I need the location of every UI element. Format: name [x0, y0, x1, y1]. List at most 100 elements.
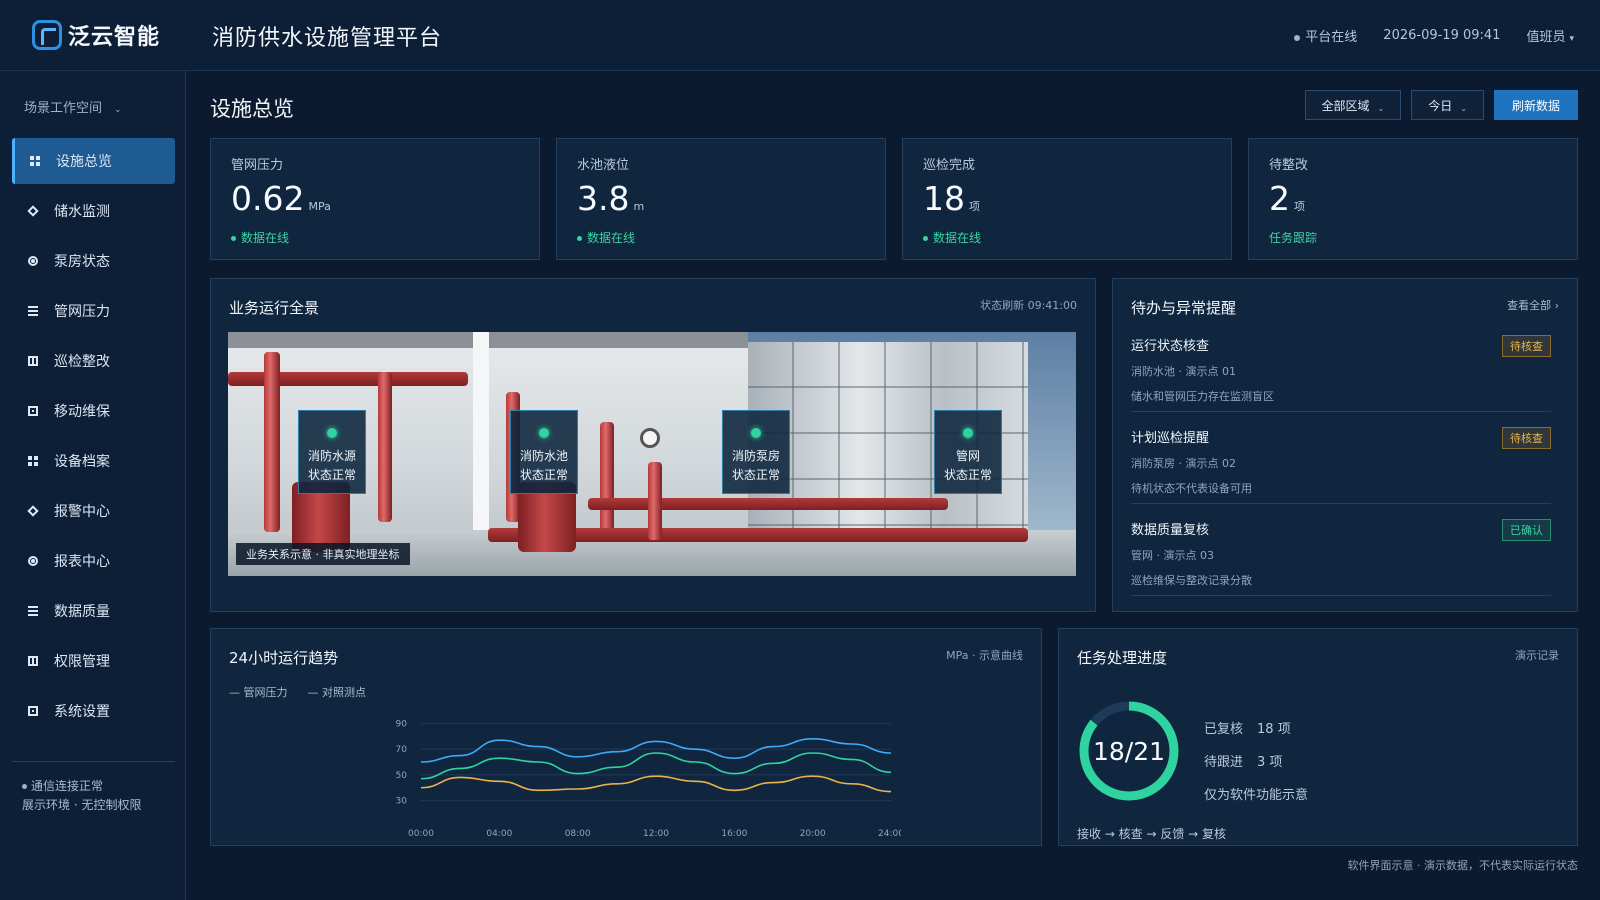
hotspot-label: 管网	[955, 449, 980, 463]
trend-panel: 24小时运行趋势 MPa · 示意曲线 — 管网压力 — 对照测点 90 70 50…	[210, 628, 1042, 846]
list-icon	[28, 606, 38, 616]
x-tick-label: 00:00	[408, 829, 434, 839]
circle-icon	[28, 556, 38, 566]
sidebar-item-report-center[interactable]: 报表中心	[12, 538, 175, 584]
kpi-unit: 项	[969, 200, 980, 213]
connection-status: 通信连接正常 展示环境 · 无控制权限	[22, 777, 141, 815]
progress-list: 已复核 18 项 待跟进 3 项 仅为软件功能示意	[1204, 713, 1308, 812]
sidebar-item-storage[interactable]: 储水监测	[12, 188, 175, 234]
sidebar-nav: 设施总览 储水监测 泵房状态 管网压力 巡检整改 移动维保 设备档案 报警中心 …	[12, 138, 175, 738]
sidebar-item-permissions[interactable]: 权限管理	[12, 638, 175, 684]
progress-panel: 任务处理进度 演示记录 18/21 已复核 18 项 待跟进 3 项 仅为软件功能示…	[1058, 628, 1578, 846]
gauge-icon	[640, 428, 660, 448]
sidebar-item-overview[interactable]: 设施总览	[12, 138, 175, 184]
kpi-status: 数据在线	[577, 229, 635, 246]
logo-text: 泛云智能	[68, 25, 161, 50]
kpi-label: 水池液位	[577, 158, 630, 173]
kpi-status-label: 数据在线	[587, 231, 636, 245]
logo: 泛云智能	[32, 18, 160, 52]
connection-status-label: 通信连接正常	[31, 779, 104, 793]
progress-note: 演示记录	[1515, 649, 1559, 662]
connection-status-line: 通信连接正常	[22, 777, 141, 796]
status-badge: 已确认	[1502, 519, 1551, 541]
progress-row-value: 3 项	[1257, 755, 1283, 770]
hotspot-status: 状态正常	[307, 468, 356, 482]
chevron-down-icon: ⌄	[1460, 103, 1467, 113]
chevron-down-icon: ⌄	[1377, 103, 1385, 113]
sidebar-item-mobile-maintenance[interactable]: 移动维保	[12, 388, 175, 434]
hotspot-pump-room[interactable]: 消防泵房 状态正常	[722, 410, 790, 494]
trend-chart: 90 70 50 30 00:00 04:00 08:00 12:00 16:00 20:00 24…	[396, 719, 901, 839]
kpi-card-inspection-done[interactable]: 巡检完成 18 项 数据在线	[902, 138, 1232, 260]
current-datetime: 2026-09-19 09:41	[1383, 28, 1501, 43]
workspace-selector[interactable]: 场景工作空间 ⌄	[24, 97, 122, 116]
pipe	[600, 422, 614, 532]
y-tick-label: 70	[396, 745, 408, 755]
sidebar-item-label: 巡检整改	[54, 354, 110, 370]
alert-item[interactable]: 数据质量复核 管网 · 演示点 03 巡检维保与整改记录分散 已确认	[1131, 519, 1551, 588]
alert-desc: 待机状态不代表设备可用	[1131, 482, 1252, 495]
kpi-card-water-level[interactable]: 水池液位 3.8 m 数据在线	[556, 138, 886, 260]
user-menu[interactable]: 值班员 ▾	[1526, 26, 1574, 45]
x-tick-label: 16:00	[721, 829, 747, 839]
sidebar-item-label: 设备档案	[54, 454, 110, 470]
bars-icon	[28, 356, 38, 366]
diamond-icon	[27, 505, 39, 517]
region-select-value: 全部区域	[1321, 98, 1370, 113]
box-icon	[28, 706, 38, 716]
status-dot-icon	[539, 428, 549, 438]
hotspot-pipe-network[interactable]: 管网 状态正常	[934, 410, 1002, 494]
hotspot-status: 状态正常	[519, 468, 568, 482]
hotspot-label: 消防水源	[307, 449, 356, 463]
status-dot-icon	[327, 428, 337, 438]
sidebar-item-settings[interactable]: 系统设置	[12, 688, 175, 734]
view-all-link[interactable]: 查看全部 ›	[1507, 297, 1559, 313]
page-title: 设施总览	[210, 97, 294, 121]
status-dot-icon	[231, 236, 236, 241]
kpi-status-label: 数据在线	[241, 231, 290, 245]
y-tick-label: 30	[396, 797, 408, 807]
alert-item[interactable]: 运行状态核查 消防水池 · 演示点 01 储水和管网压力存在监测盲区 待核查	[1131, 335, 1551, 404]
region-select[interactable]: 全部区域 ⌄	[1304, 90, 1402, 120]
kpi-card-pipe-pressure[interactable]: 管网压力 0.62 MPa 数据在线	[210, 138, 540, 260]
top-bar: 泛云智能 消防供水设施管理平台 平台在线 2026-09-19 09:41 值班…	[0, 0, 1600, 71]
sidebar-item-label: 移动维保	[54, 404, 110, 420]
kpi-unit: m	[633, 200, 645, 213]
top-right-status: 平台在线 2026-09-19 09:41 值班员 ▾	[1294, 26, 1574, 45]
circle-icon	[28, 256, 38, 266]
kpi-number: 18	[923, 179, 965, 218]
overview-title: 业务运行全景	[229, 299, 320, 317]
pipe	[264, 352, 280, 532]
grid-icon	[30, 156, 40, 166]
sidebar-item-label: 设施总览	[56, 154, 112, 170]
sidebar-item-pump-room[interactable]: 泵房状态	[12, 238, 175, 284]
alert-desc: 巡检维保与整改记录分散	[1131, 574, 1252, 587]
kpi-label: 待整改	[1269, 158, 1309, 173]
legend-item: — 管网压力	[229, 686, 288, 699]
hotspot-water-pool[interactable]: 消防水池 状态正常	[510, 410, 578, 494]
overview-refresh-time: 状态刷新 09:41:00	[980, 299, 1077, 312]
hotspot-label: 消防泵房	[731, 449, 780, 463]
kpi-status-label: 数据在线	[933, 231, 982, 245]
refresh-button[interactable]: 刷新数据	[1493, 90, 1578, 120]
kpi-number: 3.8	[577, 179, 630, 218]
sidebar-item-inspection[interactable]: 巡检整改	[12, 338, 175, 384]
progress-disclaimer: 仅为软件功能示意	[1204, 788, 1309, 803]
alert-title: 数据质量复核	[1131, 523, 1210, 538]
y-tick-label: 90	[396, 719, 408, 729]
sidebar-item-alarm-center[interactable]: 报警中心	[12, 488, 175, 534]
chevron-down-icon: ⌄	[114, 105, 122, 115]
alert-item[interactable]: 计划巡检提醒 消防泵房 · 演示点 02 待机状态不代表设备可用 待核查	[1131, 427, 1551, 496]
platform-status: 平台在线	[1294, 26, 1357, 45]
environment-note: 展示环境 · 无控制权限	[22, 798, 142, 812]
kpi-number: 0.62	[231, 179, 305, 218]
hotspot-water-source[interactable]: 消防水源 状态正常	[298, 410, 366, 494]
sidebar-item-device-records[interactable]: 设备档案	[12, 438, 175, 484]
date-select[interactable]: 今日 ⌄	[1411, 90, 1484, 120]
sidebar-item-data-quality[interactable]: 数据质量	[12, 588, 175, 634]
status-dot-icon	[22, 784, 27, 789]
alerts-panel: 待办与异常提醒 查看全部 › 运行状态核查 消防水池 · 演示点 01 储水和管…	[1112, 278, 1578, 612]
sidebar-item-label: 报表中心	[54, 554, 110, 570]
kpi-card-pending-fix[interactable]: 待整改 2项 任务跟踪	[1248, 138, 1578, 260]
sidebar-item-pipe-pressure[interactable]: 管网压力	[12, 288, 175, 334]
